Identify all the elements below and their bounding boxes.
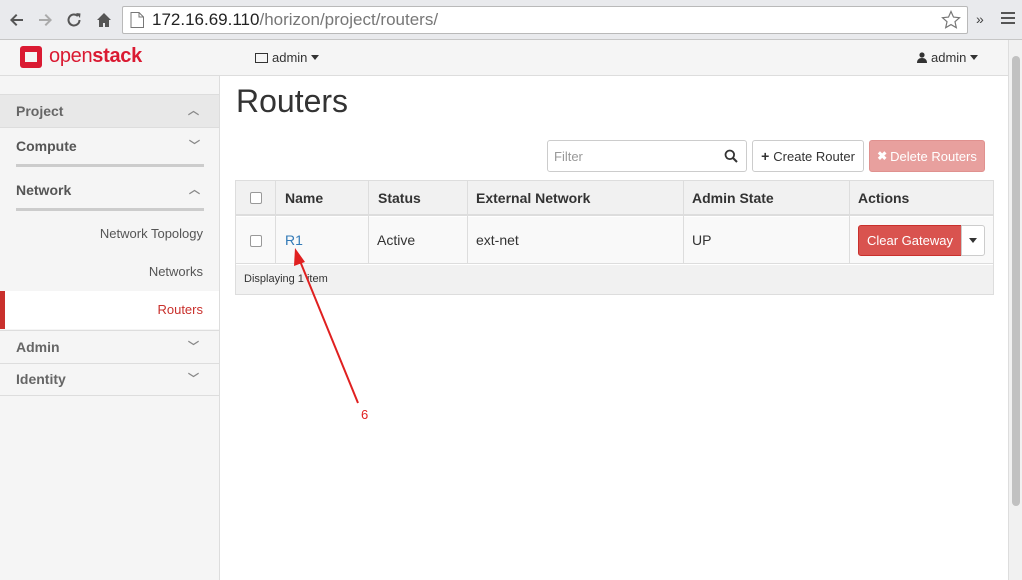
sidebar-section-project[interactable]: Project ︿ — [0, 94, 219, 128]
openstack-logo-icon — [20, 45, 42, 68]
clear-gateway-button[interactable]: Clear Gateway — [858, 225, 962, 256]
project-switcher[interactable]: admin — [255, 50, 320, 65]
filter-field[interactable] — [547, 140, 747, 172]
select-all-checkbox[interactable] — [250, 192, 262, 204]
create-router-label: Create Router — [773, 148, 855, 164]
back-arrow-icon[interactable] — [6, 9, 28, 31]
table-footer: Displaying 1 item — [236, 265, 993, 294]
search-icon[interactable] — [724, 149, 738, 163]
column-divider — [368, 181, 369, 264]
cell-name: R1 — [285, 217, 303, 264]
column-header-name[interactable]: Name — [285, 181, 323, 216]
page-scrollbar[interactable] — [1008, 40, 1022, 580]
column-header-admin-state[interactable]: Admin State — [692, 181, 774, 216]
url-host: 172.16.69.110 — [152, 10, 260, 29]
sidebar-item-networks[interactable]: Networks — [0, 253, 219, 291]
sidebar: Project ︿ Compute ﹀ Network ︿ Network To… — [0, 76, 220, 580]
caret-down-icon — [969, 238, 977, 243]
forward-arrow-icon[interactable] — [34, 9, 56, 31]
column-header-external-network[interactable]: External Network — [476, 181, 590, 216]
cell-admin-state: UP — [692, 232, 712, 248]
chevron-up-icon: ︿ — [189, 184, 200, 196]
chevron-down-icon: ﹀ — [188, 341, 199, 353]
delete-routers-button[interactable]: ✖ Delete Routers — [869, 140, 985, 172]
plus-icon: + — [761, 148, 770, 164]
close-icon: ✖ — [877, 149, 888, 163]
chevron-down-icon: ﹀ — [188, 373, 199, 385]
browser-toolbar: 172.16.69.110/horizon/project/routers/ » — [0, 0, 1022, 40]
user-menu[interactable]: admin — [917, 50, 979, 65]
column-divider — [849, 181, 850, 264]
caret-down-icon — [311, 55, 320, 60]
caret-down-icon — [970, 55, 979, 60]
page-title: Routers — [236, 83, 349, 119]
sidebar-section-label: Project — [16, 103, 64, 119]
chevron-up-icon: ︿ — [188, 105, 199, 117]
table-row: R1 Active ext-net UP Clear Gateway — [236, 217, 993, 264]
project-label: admin — [272, 50, 308, 65]
sidebar-section-label: Identity — [16, 371, 66, 387]
user-icon — [917, 52, 927, 63]
row-checkbox[interactable] — [250, 235, 262, 247]
cell-external-network: ext-net — [476, 232, 519, 248]
column-divider — [275, 181, 276, 264]
project-icon — [255, 52, 268, 63]
openstack-logo[interactable]: openstack — [20, 45, 142, 68]
url-path: /horizon/project/routers/ — [259, 10, 439, 29]
item-count: Displaying 1 item — [244, 273, 328, 285]
filter-input[interactable] — [548, 141, 713, 171]
column-header-actions: Actions — [858, 190, 910, 206]
sidebar-group-label: Compute — [16, 138, 77, 154]
bookmark-star-icon[interactable] — [941, 10, 961, 30]
column-divider — [683, 181, 684, 264]
column-divider — [467, 181, 468, 264]
logo-text: openstack — [49, 45, 142, 67]
chevron-down-icon: ﹀ — [189, 140, 200, 152]
create-router-button[interactable]: + Create Router — [752, 140, 864, 172]
sidebar-section-admin[interactable]: Admin ﹀ — [0, 330, 219, 364]
sidebar-section-identity[interactable]: Identity ﹀ — [0, 363, 219, 396]
address-bar[interactable]: 172.16.69.110/horizon/project/routers/ — [122, 6, 968, 34]
router-link[interactable]: R1 — [285, 232, 303, 248]
user-label: admin — [931, 50, 967, 65]
sidebar-item-routers[interactable]: Routers — [0, 291, 219, 329]
table-header: Name Status External Network Admin State… — [236, 181, 993, 216]
sidebar-section-label: Admin — [16, 339, 60, 355]
routers-table: Name Status External Network Admin State… — [235, 180, 994, 295]
home-icon[interactable] — [93, 9, 115, 31]
delete-routers-label: Delete Routers — [890, 148, 977, 164]
page-icon — [130, 12, 144, 28]
scrollbar-thumb[interactable] — [1012, 56, 1020, 506]
row-actions-dropdown[interactable] — [961, 225, 985, 256]
sidebar-group-compute[interactable]: Compute ﹀ — [16, 128, 204, 167]
sidebar-item-network-topology[interactable]: Network Topology — [0, 215, 219, 253]
annotation-label: 6 — [361, 407, 369, 422]
browser-menu-icon[interactable] — [1001, 12, 1015, 26]
cell-status: Active — [377, 232, 416, 248]
top-navbar: openstack admin admin — [0, 40, 1008, 76]
sidebar-group-network[interactable]: Network ︿ — [16, 172, 204, 211]
sidebar-group-label: Network — [16, 182, 72, 198]
column-header-status[interactable]: Status — [378, 181, 421, 216]
reload-icon[interactable] — [63, 9, 85, 31]
extensions-overflow-icon[interactable]: » — [976, 11, 984, 27]
